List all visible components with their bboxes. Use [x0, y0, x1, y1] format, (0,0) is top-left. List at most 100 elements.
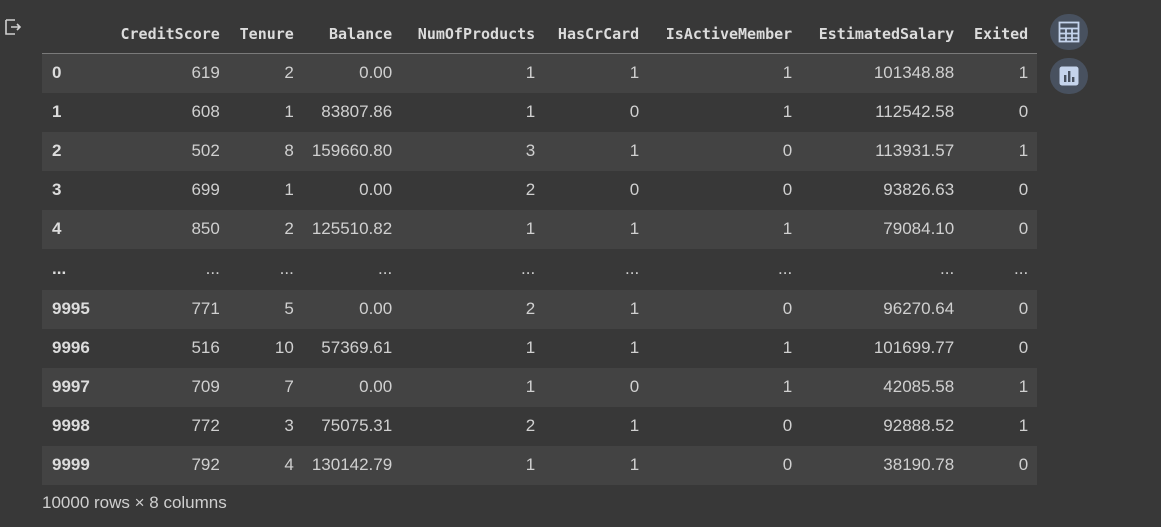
- dataframe-shape-label: 10000 rows × 8 columns: [42, 492, 227, 512]
- table-cell: 1: [782, 338, 793, 357]
- row-index: 9999: [52, 455, 90, 474]
- table-cell: 502: [191, 141, 220, 160]
- table-cell: 0: [782, 299, 793, 318]
- table-cell: 792: [191, 455, 220, 474]
- table-cell: ...: [625, 259, 640, 278]
- table-cell: 42085.58: [883, 377, 955, 396]
- table-cell: 1: [284, 102, 294, 121]
- table-cell: 2: [284, 63, 294, 83]
- table-cell: 38190.78: [883, 455, 955, 474]
- table-cell: 83807.86: [321, 102, 393, 121]
- table-cell: 5: [284, 299, 294, 318]
- convert-to-table-button[interactable]: [1050, 14, 1088, 50]
- table-cell: 2: [525, 180, 536, 199]
- table-cell: ...: [378, 259, 393, 278]
- table-cell: 0: [629, 377, 640, 396]
- table-cell: 0: [1018, 338, 1029, 357]
- table-cell: 79084.10: [883, 219, 955, 238]
- row-index: 4: [52, 219, 62, 238]
- table-cell: 0.00: [359, 299, 393, 318]
- table-cell: 92888.52: [883, 416, 955, 435]
- table-row: 0 619 2 0.00 1 1 1 101348.88 1: [42, 53, 1038, 93]
- table-cell: 113931.57: [875, 141, 955, 160]
- table-cell: 0: [782, 416, 793, 435]
- table-cell: 1: [525, 338, 536, 357]
- table-cell: 0: [629, 102, 640, 121]
- table-cell: 2: [525, 299, 536, 318]
- table-cell: 10: [274, 338, 294, 357]
- column-header: NumOfProducts: [401, 14, 545, 54]
- table-cell: 8: [284, 141, 294, 160]
- table-cell: 516: [191, 338, 220, 357]
- table-cell: 1: [782, 219, 793, 238]
- table-cell: 2: [284, 219, 294, 238]
- table-row: 9996 516 10 57369.61 1 1 1 101699.77 0: [42, 328, 1038, 368]
- table-row: 3 699 1 0.00 2 0 0 93826.63 0: [42, 170, 1038, 210]
- table-cell: ...: [1014, 259, 1029, 278]
- column-header: CreditScore: [103, 14, 229, 54]
- column-header: Balance: [302, 14, 402, 54]
- ellipsis-row: ... ... ... ... ... ... ... ... ...: [42, 248, 1038, 290]
- bar-chart-icon: [1059, 66, 1079, 86]
- table-cell: 0: [1018, 455, 1029, 474]
- table-cell: 0: [1018, 219, 1029, 238]
- table-cell: ...: [940, 259, 955, 278]
- table-cell: 1: [629, 141, 640, 160]
- table-cell: ...: [279, 259, 294, 278]
- table-cell: 772: [191, 416, 220, 435]
- column-header: HasCrCard: [544, 14, 649, 54]
- table-cell: 1: [629, 63, 640, 83]
- table-cell: 1: [782, 63, 793, 83]
- table-cell: 709: [191, 377, 220, 396]
- table-cell: ...: [521, 259, 536, 278]
- table-cell: 0.00: [359, 377, 393, 396]
- row-index: 9996: [52, 338, 90, 357]
- table-cell: 112542.58: [875, 102, 955, 121]
- table-cell: 1: [284, 180, 294, 199]
- table-cell: 96270.64: [883, 299, 955, 318]
- table-cell: 0: [782, 455, 793, 474]
- table-cell: 1: [782, 377, 793, 396]
- table-cell: 1: [629, 219, 640, 238]
- row-index: 9995: [52, 299, 90, 318]
- table-cell: 101699.77: [873, 338, 955, 357]
- index-header: [42, 14, 104, 54]
- table-row: 4 850 2 125510.82 1 1 1 79084.10 0: [42, 209, 1038, 249]
- table-row: 9995 771 5 0.00 2 1 0 96270.64 0: [42, 289, 1038, 329]
- table-cell: 1: [1018, 63, 1029, 83]
- table-grid-icon: [1058, 21, 1080, 43]
- table-cell: 1: [525, 377, 536, 396]
- suggest-charts-button[interactable]: [1050, 58, 1088, 94]
- table-cell: 1: [525, 63, 536, 83]
- table-cell: 7: [284, 377, 294, 396]
- table-cell: 4: [284, 455, 294, 474]
- table-cell: 1: [525, 455, 536, 474]
- output-redirect-icon[interactable]: [4, 18, 22, 36]
- table-cell: 0: [782, 180, 793, 199]
- table-cell: ...: [778, 259, 793, 278]
- row-index: 1: [52, 102, 62, 121]
- column-header: IsActiveMember: [648, 14, 802, 54]
- table-cell: 1: [629, 338, 640, 357]
- table-cell: 0: [629, 180, 640, 199]
- table-cell: ...: [205, 259, 220, 278]
- table-row: 2 502 8 159660.80 3 1 0 113931.57 1: [42, 131, 1038, 171]
- column-header: Exited: [963, 14, 1038, 54]
- table-cell: 1: [1018, 377, 1029, 396]
- table-cell: 1: [525, 102, 536, 121]
- table-cell: 101348.88: [873, 63, 955, 83]
- table-cell: 93826.63: [883, 180, 955, 199]
- table-cell: 125510.82: [311, 219, 393, 238]
- table-cell: 1: [629, 455, 640, 474]
- dataframe-table: CreditScore Tenure Balance NumOfProducts…: [42, 14, 1038, 485]
- table-cell: 2: [525, 416, 536, 435]
- table-cell: 0: [1018, 299, 1029, 318]
- column-header: EstimatedSalary: [801, 14, 964, 54]
- row-index: 3: [52, 180, 62, 199]
- table-cell: 159660.80: [311, 141, 393, 160]
- table-cell: 1: [629, 416, 640, 435]
- table-cell: 608: [191, 102, 220, 121]
- table-cell: 3: [525, 141, 536, 160]
- table-cell: 0: [1018, 102, 1029, 121]
- table-cell: 0.00: [359, 63, 393, 83]
